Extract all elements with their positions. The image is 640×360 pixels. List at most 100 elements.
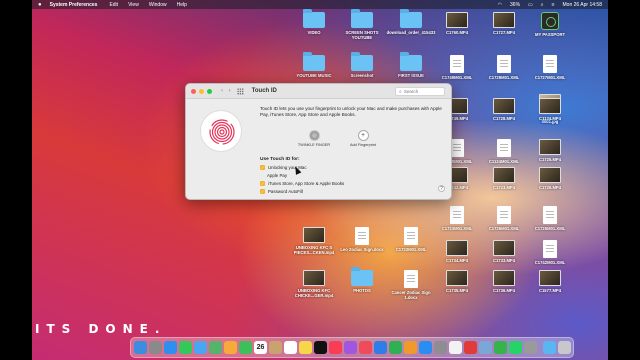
desktop-icon[interactable]: download_order_415433 [385, 9, 437, 35]
desktop-icon[interactable]: C1134M01.XML [478, 138, 530, 164]
menu-help[interactable]: Help [177, 2, 187, 8]
document-icon [543, 205, 557, 224]
desktop-icon[interactable]: C1727.MP4 [478, 12, 530, 35]
back-forward-icon[interactable]: ‹ › [221, 88, 233, 94]
menu-window[interactable]: Window [149, 2, 167, 8]
desktop-icon[interactable]: MY PASSPORT [524, 12, 576, 37]
option-itunes-app-store[interactable]: ✓ iTunes Store, App Store & Apple Books [260, 181, 344, 186]
photos-icon[interactable] [224, 341, 237, 354]
desktop-icon[interactable]: FIRST ISSUE [385, 52, 437, 78]
checkbox-checked-icon[interactable]: ✓ [260, 181, 265, 186]
desktop-icon[interactable]: C1727M01.XML [524, 55, 576, 80]
wifi-icon[interactable]: ◠ [498, 2, 502, 8]
video-thumbnail-icon [539, 138, 561, 155]
system-preferences-icon[interactable] [434, 341, 447, 354]
close-button[interactable] [191, 88, 196, 94]
notes-icon[interactable] [299, 341, 312, 354]
use-for-heading: Use Touch ID for: [260, 157, 300, 162]
mail-icon[interactable] [194, 341, 207, 354]
music-icon[interactable] [329, 341, 342, 354]
messages-icon[interactable] [179, 341, 192, 354]
chrome-icon[interactable] [449, 341, 462, 354]
desktop-icon[interactable]: C1733.MP4 [478, 239, 530, 263]
checkbox-checked-icon[interactable]: ✓ [260, 165, 265, 170]
minimize-button[interactable] [199, 88, 204, 94]
contacts-icon[interactable] [269, 341, 282, 354]
desktop-icon[interactable]: C1723.MP4 [478, 166, 530, 190]
search-field[interactable]: ⌕ [395, 87, 445, 96]
desktop-icon[interactable]: C1726.MP4 [524, 166, 576, 190]
tv-icon[interactable] [314, 341, 327, 354]
desktop-icon[interactable]: C1723M01.XML [431, 205, 483, 231]
preview-icon[interactable] [479, 341, 492, 354]
menu-edit[interactable]: Edit [109, 2, 118, 8]
desktop-icon[interactable]: C1726M01.XML [478, 205, 530, 231]
menu-view[interactable]: View [128, 2, 139, 8]
desktop-icon[interactable]: C1734.MP4 [431, 239, 483, 263]
menu-app-name[interactable]: System Preferences [50, 2, 98, 8]
desktop-icon-label: C1735.MP4 [445, 288, 469, 293]
pages-icon[interactable] [404, 341, 417, 354]
desktop-icon[interactable]: VIDEO [288, 9, 340, 35]
menu-clock[interactable]: Mon 26 Apr 14:58 [563, 2, 602, 8]
desktop-icon[interactable]: Cancer Zodiac Sign 1.docx [385, 270, 437, 300]
search-spotlight-icon[interactable]: ⌕ [541, 2, 544, 8]
desktop-icon[interactable]: C1728.MP4 [478, 98, 530, 121]
desktop-icon[interactable]: C1577.MP4 [524, 270, 576, 293]
reminders-icon[interactable] [284, 341, 297, 354]
search-input[interactable] [403, 89, 442, 94]
whatsapp-icon[interactable] [509, 341, 522, 354]
desktop-icon-label: C1725.MP4 [538, 156, 562, 162]
fingerprint-slot[interactable]: TWINKLE FINGER [289, 130, 339, 147]
desktop-icon-label: SCREEN SHOTS YOUTUBE [345, 30, 379, 40]
app-store-icon[interactable] [419, 341, 432, 354]
touch-id-description: Touch ID lets you use your fingerprint t… [260, 106, 442, 117]
disk-utility-icon[interactable] [524, 341, 537, 354]
add-fingerprint-button[interactable]: + Add Fingerprint [338, 130, 388, 147]
desktop-icon[interactable]: UNBOXING KFC S PIECES...CKEN.mp4 [288, 227, 340, 255]
launchpad-icon[interactable] [149, 341, 162, 354]
desktop-icon[interactable]: C1735.MP4 [431, 270, 483, 293]
maps-icon[interactable] [209, 341, 222, 354]
apple-menu-icon[interactable]: ● [38, 2, 42, 8]
podcasts-icon[interactable] [344, 341, 357, 354]
option-apple-pay[interactable]: Apple Pay [267, 173, 287, 178]
desktop-icon[interactable]: YOUTUBE MUSIC [288, 52, 340, 78]
desktop-icon[interactable]: SCREEN SHOTS YOUTUBE [336, 9, 388, 40]
desktop-icon[interactable]: Leo Zodiac Sign.docx [336, 227, 388, 252]
safari-icon[interactable] [164, 341, 177, 354]
desktop-icon[interactable]: C1733M01.XML [385, 227, 437, 252]
battery-percent[interactable]: 36% [510, 2, 520, 8]
calendar-icon[interactable]: 26 [254, 341, 267, 354]
desktop-icon[interactable]: C1134.MP4 [524, 98, 576, 121]
desktop-icon[interactable]: C1742M01.XML [524, 239, 576, 265]
folder-icon[interactable] [543, 341, 556, 354]
news-icon[interactable] [359, 341, 372, 354]
help-button[interactable]: ? [438, 185, 445, 192]
keynote-icon[interactable] [374, 341, 387, 354]
desktop-icon[interactable]: C1725.MP4 [524, 138, 576, 162]
numbers-icon[interactable] [389, 341, 402, 354]
desktop-icon[interactable]: C1736.MP4 [478, 270, 530, 293]
trash-icon[interactable] [558, 341, 571, 354]
desktop-icon[interactable]: Screenshot [336, 52, 388, 78]
show-all-grid-icon[interactable] [236, 87, 244, 95]
desktop-icon[interactable]: C1725M01.XML [524, 205, 576, 231]
desktop-icon[interactable]: PHOTOS [336, 267, 388, 293]
video-thumbnail-icon [539, 166, 561, 183]
upwork-icon[interactable] [494, 341, 507, 354]
photo-booth-icon[interactable] [464, 341, 477, 354]
desktop-icon[interactable]: UNBOXING KFC CHICKE...GER.mp4 [288, 270, 340, 298]
desktop-icon[interactable]: C1728M01.XML [478, 55, 530, 80]
option-password-autofill[interactable]: ✓ Password AutoFill [260, 189, 303, 194]
facetime-icon[interactable] [239, 341, 252, 354]
zoom-button[interactable] [207, 88, 212, 94]
status-area: ◠ 36% ▭ ⌕ ≡ Mon 26 Apr 14:58 [498, 2, 602, 8]
checkbox-checked-icon[interactable]: ✓ [260, 189, 265, 194]
desktop-icon[interactable]: C1760.MP4 [431, 12, 483, 35]
control-center-icon[interactable]: ≡ [552, 2, 555, 8]
desktop-icon[interactable]: C1749M01.XML [431, 55, 483, 80]
finder-icon[interactable] [134, 341, 147, 354]
desktop-icon-label: C1736.MP4 [492, 288, 516, 293]
battery-icon[interactable]: ▭ [528, 2, 533, 8]
